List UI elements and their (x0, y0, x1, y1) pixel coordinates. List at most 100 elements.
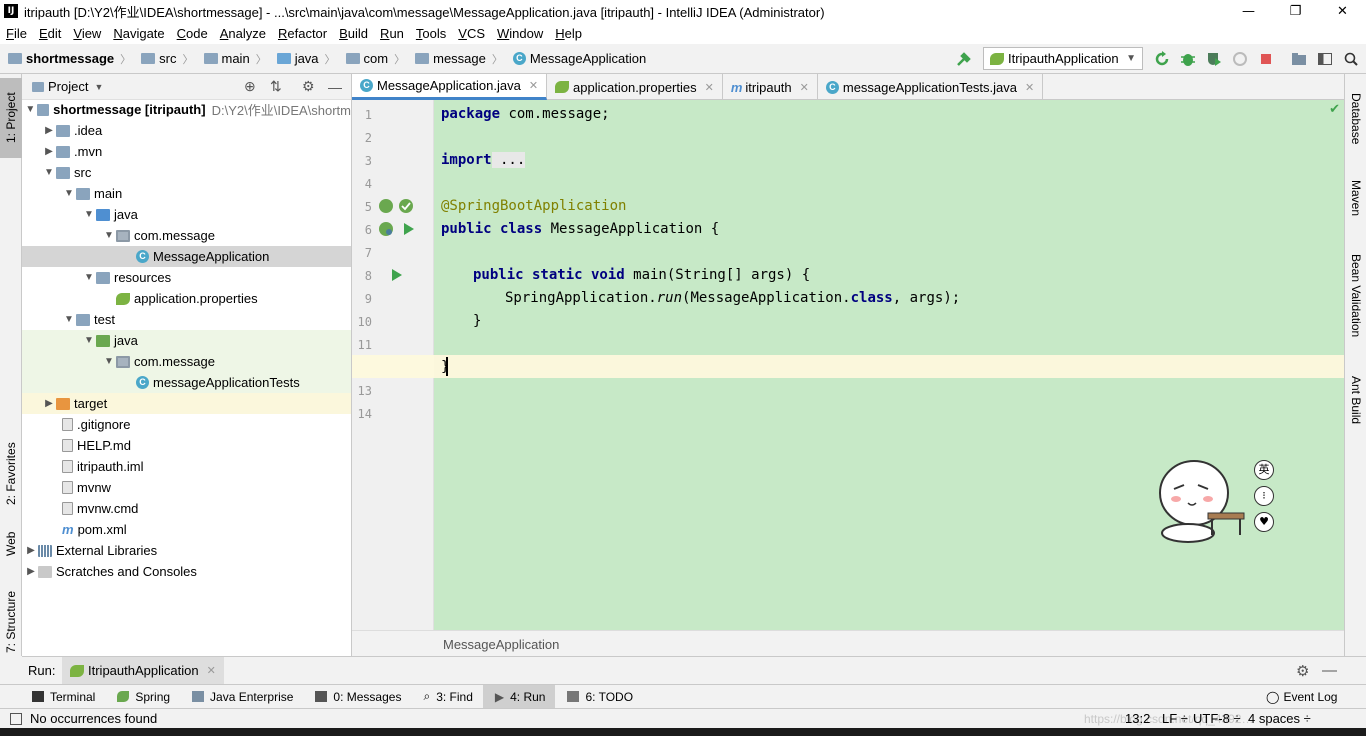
tree-item-mvn[interactable]: ▶ .mvn (22, 141, 351, 162)
profiler-icon[interactable] (1232, 51, 1248, 67)
tool-tab-structure[interactable]: 7: Structure (0, 584, 22, 659)
minimize-button[interactable]: — (1225, 0, 1272, 22)
close-icon[interactable]: ✕ (529, 79, 538, 92)
tool-button-todo[interactable]: 6: TODO (555, 685, 643, 709)
breadcrumb-main[interactable]: main 〉 (196, 51, 269, 67)
project-view-select[interactable]: Project (48, 79, 88, 94)
spring-boot-icon[interactable] (378, 221, 394, 237)
caret-position[interactable]: 13:2 (1125, 711, 1150, 726)
tool-tab-favorites[interactable]: 2: Favorites (0, 434, 22, 514)
gear-icon[interactable]: ⚙ (302, 78, 315, 95)
tree-item-itripauth-iml[interactable]: itripauth.iml (22, 456, 351, 477)
tool-button-messages[interactable]: 0: Messages (303, 685, 411, 709)
tab-itripauth[interactable]: m itripauth ✕ (723, 74, 818, 100)
debug-icon[interactable] (1180, 51, 1196, 67)
menu-view[interactable]: View (69, 26, 105, 41)
tree-item-messageapplication[interactable]: C MessageApplication (22, 246, 351, 267)
tree-item-application-properties[interactable]: application.properties (22, 288, 351, 309)
tree-item-test[interactable]: ▼ test (22, 309, 351, 330)
close-button[interactable]: ✕ (1319, 0, 1366, 22)
menu-tools[interactable]: Tools (412, 26, 450, 41)
close-icon[interactable]: ✕ (800, 81, 809, 94)
tree-item-com-message[interactable]: ▼ com.message (22, 225, 351, 246)
run-gutter-icon[interactable] (402, 222, 416, 236)
hide-panel-icon[interactable]: — (328, 79, 342, 95)
tool-button-run[interactable]: ▶ 4: Run (482, 684, 556, 709)
tool-button-find[interactable]: ⌕ 3: Find (411, 685, 482, 709)
breadcrumb-messageapplication[interactable]: C MessageApplication (505, 51, 648, 66)
inspection-ok-icon[interactable]: ✔ (1329, 102, 1340, 117)
project-structure-icon[interactable] (1291, 51, 1307, 67)
coverage-icon[interactable] (1206, 51, 1222, 67)
menu-build[interactable]: Build (335, 26, 372, 41)
tree-item-src[interactable]: ▼ src (22, 162, 351, 183)
menu-analyze[interactable]: Analyze (216, 26, 270, 41)
tool-tab-web[interactable]: Web (0, 524, 22, 564)
menu-navigate[interactable]: Navigate (109, 26, 168, 41)
build-hammer-icon[interactable] (956, 51, 972, 67)
tab-messageapplication-java[interactable]: C MessageApplication.java ✕ (352, 74, 548, 100)
menu-code[interactable]: Code (173, 26, 212, 41)
breadcrumb-java[interactable]: java 〉 (269, 51, 338, 67)
restore-button[interactable]: ❐ (1272, 0, 1319, 22)
close-icon[interactable]: ✕ (1025, 81, 1034, 94)
run-configuration-select[interactable]: ItripauthApplication ▼ (983, 47, 1143, 70)
tree-item-pom-xml[interactable]: m pom.xml (22, 519, 351, 540)
breadcrumb-com[interactable]: com 〉 (338, 51, 408, 67)
tab-messageapplicationtests-java[interactable]: CmessageApplicationTests.java ✕ (818, 74, 1044, 100)
layout-icon[interactable] (1317, 51, 1333, 67)
editor-breadcrumb[interactable]: MessageApplication (434, 630, 1344, 656)
tool-button-event-log[interactable]: ◯ Event Log (1254, 685, 1347, 709)
breadcrumb-message[interactable]: message 〉 (407, 51, 505, 67)
tree-item-mvnw-cmd[interactable]: mvnw.cmd (22, 498, 351, 519)
tree-item-help-md[interactable]: HELP.md (22, 435, 351, 456)
chevron-down-icon[interactable]: ▼ (94, 82, 103, 92)
tree-item-idea[interactable]: ▶ .idea (22, 120, 351, 141)
tab-application-properties[interactable]: application.properties ✕ (547, 74, 723, 100)
ime-lang-button[interactable]: 英 (1254, 460, 1274, 480)
tree-item-resources[interactable]: ▼ resources (22, 267, 351, 288)
close-icon[interactable]: ✕ (705, 81, 714, 94)
spring-bean-icon[interactable] (378, 198, 394, 214)
tree-item-main[interactable]: ▼ main (22, 183, 351, 204)
tool-tab-database[interactable]: Database (1345, 84, 1366, 154)
search-everywhere-icon[interactable] (1343, 51, 1359, 67)
tool-tab-ant-build[interactable]: Ant Build (1345, 366, 1366, 434)
breadcrumb-src[interactable]: src 〉 (133, 51, 195, 67)
ime-skin-button[interactable]: ♥ (1254, 512, 1274, 532)
menu-edit[interactable]: Edit (35, 26, 65, 41)
breadcrumb-shortmessage[interactable]: shortmessage 〉 (0, 51, 133, 67)
collapse-all-icon[interactable]: ⇅ (270, 78, 282, 95)
indent-setting[interactable]: 4 spaces ÷ (1248, 711, 1311, 726)
tree-item-test-java[interactable]: ▼ java (22, 330, 351, 351)
tree-item-root[interactable]: ▼ shortmessage [itripauth] D:\Y2\作业\IDEA\s… (22, 99, 351, 120)
ime-punct-button[interactable]: ⁝ (1254, 486, 1274, 506)
tool-button-spring[interactable]: Spring (105, 685, 180, 709)
spring-config-icon[interactable] (398, 198, 414, 214)
tree-item-external-libraries[interactable]: ▶ External Libraries (22, 540, 351, 561)
menu-help[interactable]: Help (551, 26, 586, 41)
menu-vcs[interactable]: VCS (454, 26, 489, 41)
tool-button-java-enterprise[interactable]: Java Enterprise (180, 685, 303, 709)
tree-item-messageapplicationtests[interactable]: CmessageApplicationTests (22, 372, 351, 393)
locate-icon[interactable]: ⊕ (244, 78, 256, 95)
run-gutter-icon[interactable] (390, 268, 404, 282)
rerun-icon[interactable] (1154, 51, 1170, 67)
toggle-tool-windows-icon[interactable] (10, 712, 22, 725)
menu-refactor[interactable]: Refactor (274, 26, 331, 41)
tree-item-target[interactable]: ▶ target (22, 393, 351, 414)
tool-tab-bean-validation[interactable]: Bean Validation (1345, 246, 1366, 346)
menu-run[interactable]: Run (376, 26, 408, 41)
tool-button-terminal[interactable]: Terminal (20, 685, 105, 709)
tree-item-scratches[interactable]: ▶ Scratches and Consoles (22, 561, 351, 582)
hide-panel-icon[interactable]: — (1322, 662, 1337, 679)
tree-item-java[interactable]: ▼ java (22, 204, 351, 225)
menu-file[interactable]: File (2, 26, 31, 41)
tool-tab-maven[interactable]: Maven (1345, 170, 1366, 226)
tree-item-gitignore[interactable]: .gitignore (22, 414, 351, 435)
tool-tab-project[interactable]: 1: Project (0, 78, 22, 158)
tree-item-mvnw[interactable]: mvnw (22, 477, 351, 498)
gear-icon[interactable]: ⚙ (1296, 662, 1309, 680)
file-encoding[interactable]: UTF-8 ÷ (1193, 711, 1241, 726)
run-tab-itripauthapplication[interactable]: ItripauthApplication ✕ (62, 656, 224, 685)
